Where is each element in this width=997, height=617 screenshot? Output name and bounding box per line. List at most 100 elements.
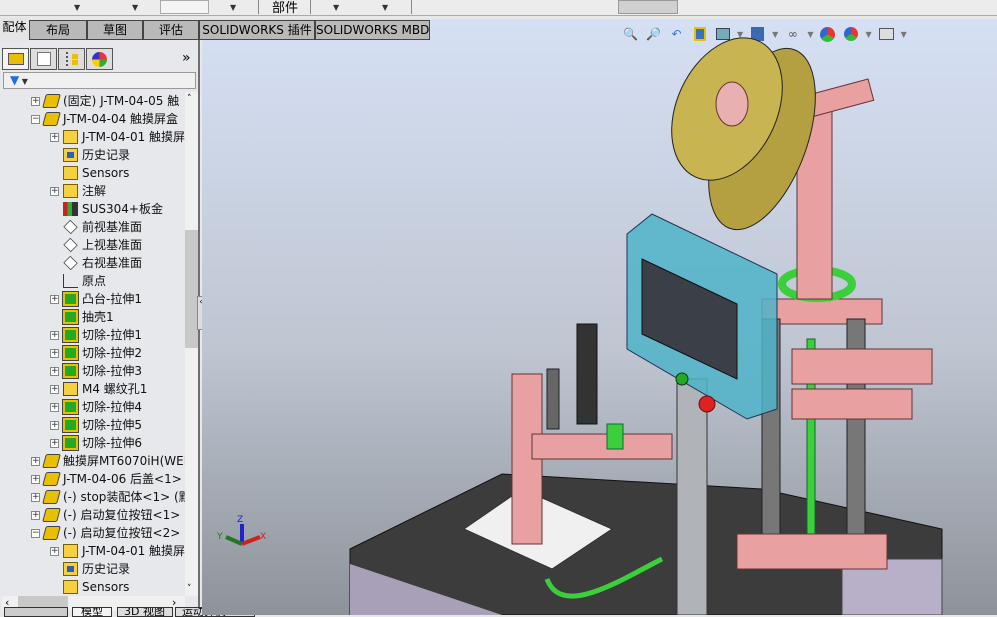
dropdown-arrow-icon[interactable]: ▼ bbox=[132, 3, 138, 12]
feature-icon bbox=[62, 363, 79, 379]
tree-item-label: J-TM-04-04 触摸屏盒 bbox=[63, 112, 179, 126]
expand-icon[interactable]: + bbox=[50, 367, 59, 376]
expand-icon[interactable]: + bbox=[50, 133, 59, 142]
expand-icon[interactable]: + bbox=[50, 547, 59, 556]
expand-icon[interactable]: + bbox=[50, 439, 59, 448]
axis-x-label: X bbox=[260, 532, 266, 542]
dropdown-arrow-icon[interactable]: ▼ bbox=[333, 3, 339, 12]
tree-item-label: 抽壳1 bbox=[82, 310, 114, 324]
feature-icon bbox=[62, 435, 79, 451]
origin-icon bbox=[63, 274, 78, 288]
tab-layout[interactable]: 布局 bbox=[29, 20, 87, 40]
tree-item-label: J-TM-04-06 后盖<1> bbox=[63, 472, 182, 486]
feature-icon bbox=[62, 309, 79, 325]
plane-icon bbox=[63, 237, 78, 253]
scroll-up-icon[interactable]: ˄ bbox=[187, 94, 192, 104]
tab-evaluate[interactable]: 评估 bbox=[143, 20, 199, 40]
collapse-icon[interactable]: − bbox=[31, 529, 40, 538]
assembly-icon bbox=[7, 53, 24, 65]
expand-icon[interactable]: + bbox=[31, 97, 40, 106]
assembly-icon bbox=[42, 490, 61, 504]
appearance-icon bbox=[92, 51, 107, 67]
display-manager-tab[interactable] bbox=[86, 48, 113, 70]
collapse-icon[interactable]: − bbox=[31, 115, 40, 124]
parts-label: 部件 bbox=[272, 1, 299, 16]
tree-item-label: 切除-拉伸2 bbox=[82, 346, 142, 360]
tree-item-label: (-) stop装配体<1> (默 bbox=[63, 490, 185, 504]
feature-icon bbox=[62, 417, 79, 433]
property-manager-tab[interactable] bbox=[30, 48, 57, 70]
more-tabs-button[interactable]: » bbox=[182, 50, 191, 66]
assembly-model[interactable]: Z X Y bbox=[202, 19, 997, 615]
configuration-manager-tab[interactable] bbox=[58, 48, 85, 70]
feature-manager-panel: » ▼ ▼ + (固定) J-TM-04-05 触 − J-TM-04-04 触摸屏盒… bbox=[0, 40, 200, 615]
command-manager-tabs: 配体 布局 草图 评估 SOLIDWORKS 插件 SOLIDWORKS MBD bbox=[0, 18, 432, 42]
tab-assembly[interactable]: 配体 bbox=[0, 18, 29, 42]
expand-icon[interactable]: + bbox=[31, 457, 40, 466]
expand-icon[interactable]: + bbox=[50, 187, 59, 196]
right-base-plate bbox=[736, 533, 888, 570]
assembly-icon bbox=[42, 526, 61, 540]
graphics-viewport[interactable]: 🔍 🔎 ↶ ▼ ▼ ∞ ▼ ▼ ▼ Z X Y bbox=[202, 19, 997, 615]
scrollbar-thumb[interactable] bbox=[185, 230, 198, 348]
feature-manager-tab[interactable] bbox=[2, 48, 29, 70]
assembly-icon bbox=[42, 112, 61, 126]
dropdown-arrow-icon[interactable]: ▼ bbox=[230, 3, 236, 12]
tree-item-label: J-TM-04-01 触摸屏 bbox=[82, 130, 185, 144]
material-icon bbox=[63, 202, 78, 216]
tree-item-label: 切除-拉伸3 bbox=[82, 364, 142, 378]
feature-icon bbox=[62, 345, 79, 361]
tree-item-label: 凸台-拉伸1 bbox=[82, 292, 142, 306]
hole-icon bbox=[63, 382, 78, 396]
expand-icon[interactable]: + bbox=[50, 331, 59, 340]
tree-item-label: 切除-拉伸5 bbox=[82, 418, 142, 432]
expand-icon[interactable]: + bbox=[50, 295, 59, 304]
expand-icon[interactable]: + bbox=[31, 493, 40, 502]
green-start-button bbox=[675, 372, 689, 386]
annotation-icon bbox=[63, 184, 78, 198]
coordinate-triad: Z X Y bbox=[216, 515, 266, 546]
aluminum-profile bbox=[676, 378, 708, 615]
tab-solidworks-mbd[interactable]: SOLIDWORKS MBD bbox=[315, 20, 430, 40]
tab-model[interactable]: 模型 bbox=[72, 607, 112, 617]
plane-icon bbox=[63, 255, 78, 271]
tab-sketch[interactable]: 草图 bbox=[87, 20, 143, 40]
sensor-icon bbox=[63, 580, 78, 594]
tab-nav-arrows[interactable] bbox=[4, 607, 68, 617]
dropdown-arrow-icon[interactable]: ▼ bbox=[74, 3, 80, 12]
tree-filter[interactable]: ▼ ▼ bbox=[3, 72, 196, 89]
tree-vertical-scrollbar[interactable]: ˄ ˅ bbox=[185, 92, 198, 596]
tree-item-label: Sensors bbox=[82, 580, 130, 594]
tree-item-label: 上视基准面 bbox=[82, 238, 143, 252]
expand-icon[interactable]: + bbox=[50, 349, 59, 358]
tab-solidworks-addins[interactable]: SOLIDWORKS 插件 bbox=[199, 20, 315, 40]
expand-icon[interactable]: + bbox=[50, 403, 59, 412]
red-stop-button bbox=[698, 395, 716, 413]
dropdown-arrow-icon[interactable]: ▼ bbox=[382, 3, 388, 12]
expand-icon[interactable]: + bbox=[50, 421, 59, 430]
configuration-icon bbox=[65, 52, 78, 66]
tree-item-label: 前视基准面 bbox=[82, 220, 143, 234]
feature-icon bbox=[62, 327, 79, 343]
tree-item-label: Sensors bbox=[82, 166, 130, 180]
spool-hub bbox=[715, 81, 749, 127]
assembly-icon bbox=[42, 94, 61, 108]
expand-icon[interactable]: + bbox=[50, 385, 59, 394]
tab-3d-view[interactable]: 3D 视图 bbox=[117, 607, 173, 617]
funnel-icon: ▼ bbox=[10, 73, 20, 87]
tree-item-label: M4 螺纹孔1 bbox=[82, 382, 148, 396]
right-lower-bar bbox=[791, 388, 913, 420]
toolbar-field[interactable] bbox=[160, 0, 209, 14]
toolbar-button[interactable] bbox=[618, 0, 678, 14]
tree-item-label: 切除-拉伸1 bbox=[82, 328, 142, 342]
tree-item-label: SUS304+板金 bbox=[82, 202, 163, 216]
history-icon bbox=[63, 148, 78, 162]
expand-icon[interactable]: + bbox=[31, 511, 40, 520]
right-crossbar bbox=[791, 348, 933, 385]
command-toolbar: ▼ ▼ ▼ 部件 ▼ ▼ bbox=[0, 0, 997, 16]
expand-icon[interactable]: + bbox=[31, 475, 40, 484]
scroll-down-icon[interactable]: ˅ bbox=[187, 584, 192, 594]
assembly-icon bbox=[42, 508, 61, 522]
tree-item-label: 原点 bbox=[82, 274, 107, 288]
folder-part-icon bbox=[63, 130, 78, 144]
